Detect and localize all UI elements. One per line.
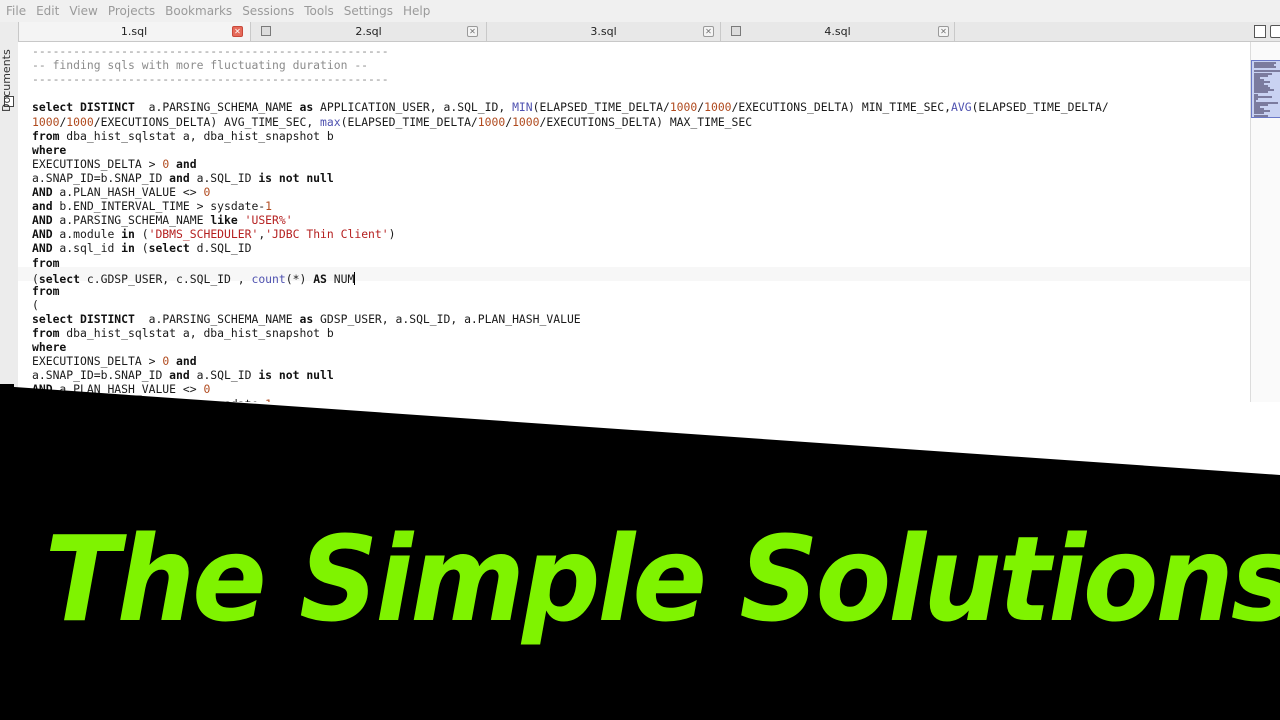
code-line[interactable]: AND a.PARSING_SCHEMA_NAME like 'USER%' (32, 213, 293, 227)
menu-file[interactable]: File (6, 4, 26, 18)
tab-label: 1.sql (120, 25, 148, 38)
code-line[interactable]: from (32, 256, 59, 270)
code-line[interactable]: and b.END_INTERVAL_TIME > sysdate-1 (32, 199, 272, 213)
menu-projects[interactable]: Projects (108, 4, 155, 18)
menu-edit[interactable]: Edit (36, 4, 59, 18)
tab-4-sql[interactable]: 4.sql ✕ (721, 22, 955, 41)
code-line[interactable]: a.SNAP_ID=b.SNAP_ID and a.SQL_ID is not … (32, 171, 334, 185)
code-line[interactable]: EXECUTIONS_DELTA > 0 and (32, 354, 197, 368)
code-line[interactable]: select DISTINCT a.PARSING_SCHEMA_NAME as… (32, 100, 1109, 114)
code-line[interactable]: EXECUTIONS_DELTA > 0 and (32, 157, 197, 171)
code-line[interactable]: from dba_hist_sqlstat a, dba_hist_snapsh… (32, 326, 334, 340)
code-line[interactable]: a.SNAP_ID=b.SNAP_ID and a.SQL_ID is not … (32, 368, 334, 382)
code-line[interactable]: where (32, 143, 66, 157)
code-line[interactable]: ( (32, 298, 39, 312)
menu-settings[interactable]: Settings (344, 4, 393, 18)
tab-bar: 1.sql ✕ 2.sql ✕ 3.sql ✕ 4.sql ✕ (18, 22, 1280, 42)
code-line[interactable]: and b.END_INTERVAL_TIME > sysdate-1 (32, 397, 272, 403)
code-line[interactable]: 1000/1000/EXECUTIONS_DELTA) AVG_TIME_SEC… (32, 115, 752, 129)
menu-sessions[interactable]: Sessions (242, 4, 294, 18)
tab-2-sql[interactable]: 2.sql ✕ (251, 22, 487, 41)
close-icon[interactable]: ✕ (232, 26, 243, 37)
code-line[interactable]: AND a.sql_id in (select d.SQL_ID (32, 241, 251, 255)
menu-tools[interactable]: Tools (304, 4, 334, 18)
menu-view[interactable]: View (69, 4, 97, 18)
sidebar-documents-tab[interactable]: Documents (0, 32, 13, 112)
tab-1-sql[interactable]: 1.sql ✕ (18, 22, 251, 41)
tab-label: 4.sql (824, 25, 851, 38)
tab-label: 2.sql (355, 25, 382, 38)
documents-sidebar: Documents (0, 22, 19, 392)
code-line[interactable]: ----------------------------------------… (32, 44, 389, 58)
tab-3-sql[interactable]: 3.sql ✕ (487, 22, 721, 41)
minimap-line (1254, 66, 1276, 69)
code-line[interactable]: AND a.PLAN_HASH_VALUE <> 0 (32, 382, 210, 396)
close-icon[interactable]: ✕ (467, 26, 478, 37)
close-icon[interactable]: ✕ (703, 26, 714, 37)
menu-bar: File Edit View Projects Bookmarks Sessio… (0, 0, 1280, 22)
code-line[interactable]: where (32, 340, 66, 354)
new-document-icon[interactable] (1254, 25, 1266, 38)
text-cursor (354, 271, 356, 285)
code-line[interactable]: ----------------------------------------… (32, 72, 389, 86)
code-line[interactable]: AND a.module in ('DBMS_SCHEDULER','JDBC … (32, 227, 396, 241)
thumbnail-title: The Simple Solutions (44, 510, 1280, 648)
code-line[interactable]: from (32, 284, 59, 298)
code-line[interactable]: from dba_hist_sqlstat a, dba_hist_snapsh… (32, 129, 334, 143)
code-line[interactable]: select DISTINCT a.PARSING_SCHEMA_NAME as… (32, 312, 581, 326)
code-line[interactable]: AND a.PLAN_HASH_VALUE <> 0 (32, 185, 210, 199)
tab-label: 3.sql (590, 25, 617, 38)
menu-bookmarks[interactable]: Bookmarks (165, 4, 232, 18)
minimap-scrollbar[interactable] (1250, 42, 1280, 402)
code-editor[interactable]: ----------------------------------------… (18, 42, 1250, 402)
code-line[interactable]: (select c.GDSP_USER, c.SQL_ID , count(*)… (32, 270, 356, 286)
minimap-line (1254, 114, 1268, 117)
menu-help[interactable]: Help (403, 4, 430, 18)
code-line[interactable]: -- finding sqls with more fluctuating du… (32, 58, 368, 72)
close-icon[interactable]: ✕ (938, 26, 949, 37)
close-document-icon[interactable] (1270, 25, 1280, 38)
